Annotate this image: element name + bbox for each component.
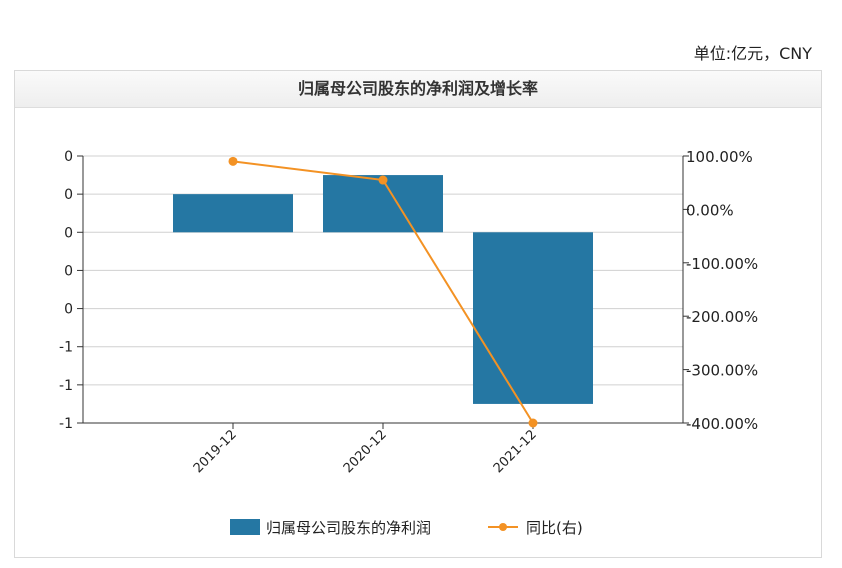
- y-right-tick-label: 100.00%: [686, 148, 753, 166]
- y-left-tick-label: -1: [59, 340, 73, 356]
- y-right-tick-label: -100.00%: [686, 255, 758, 273]
- legend-swatch-marker: [499, 523, 507, 531]
- y-left-tick-label: 0: [64, 263, 73, 279]
- y-right-tick-label: -300.00%: [686, 362, 758, 380]
- x-tick-label: 2020-12: [341, 427, 390, 476]
- y-right-tick-label: -400.00%: [686, 415, 758, 433]
- y-left-tick-label: -1: [59, 378, 73, 394]
- chart-svg: 0 0 0 0 0 -1 -1 -1 100.00% 0.00% -100.00% -200.00% -…: [59, 148, 758, 537]
- x-tick-label: 2019-12: [191, 427, 240, 476]
- line-point: [528, 418, 538, 428]
- y-left-tick-label: 0: [64, 149, 73, 165]
- legend-label-line: 同比(右): [526, 519, 583, 537]
- legend-label-bar: 归属母公司股东的净利润: [266, 519, 431, 537]
- bar: [473, 232, 593, 404]
- y-right-tick-label: -200.00%: [686, 308, 758, 326]
- bar: [173, 194, 293, 233]
- line-point: [228, 156, 238, 166]
- bar-series: [173, 175, 593, 404]
- line-point: [378, 175, 388, 185]
- x-tick-label: 2021-12: [491, 427, 540, 476]
- y-left-tick-label: -1: [59, 416, 73, 432]
- y-left-tick-label: 0: [64, 225, 73, 241]
- y-right-tick-label: 0.00%: [686, 201, 734, 219]
- legend: 归属母公司股东的净利润 同比(右): [230, 519, 583, 537]
- y-left-tick-label: 0: [64, 302, 73, 318]
- y-left-tick-label: 0: [64, 187, 73, 203]
- legend-swatch-bar: [230, 519, 260, 535]
